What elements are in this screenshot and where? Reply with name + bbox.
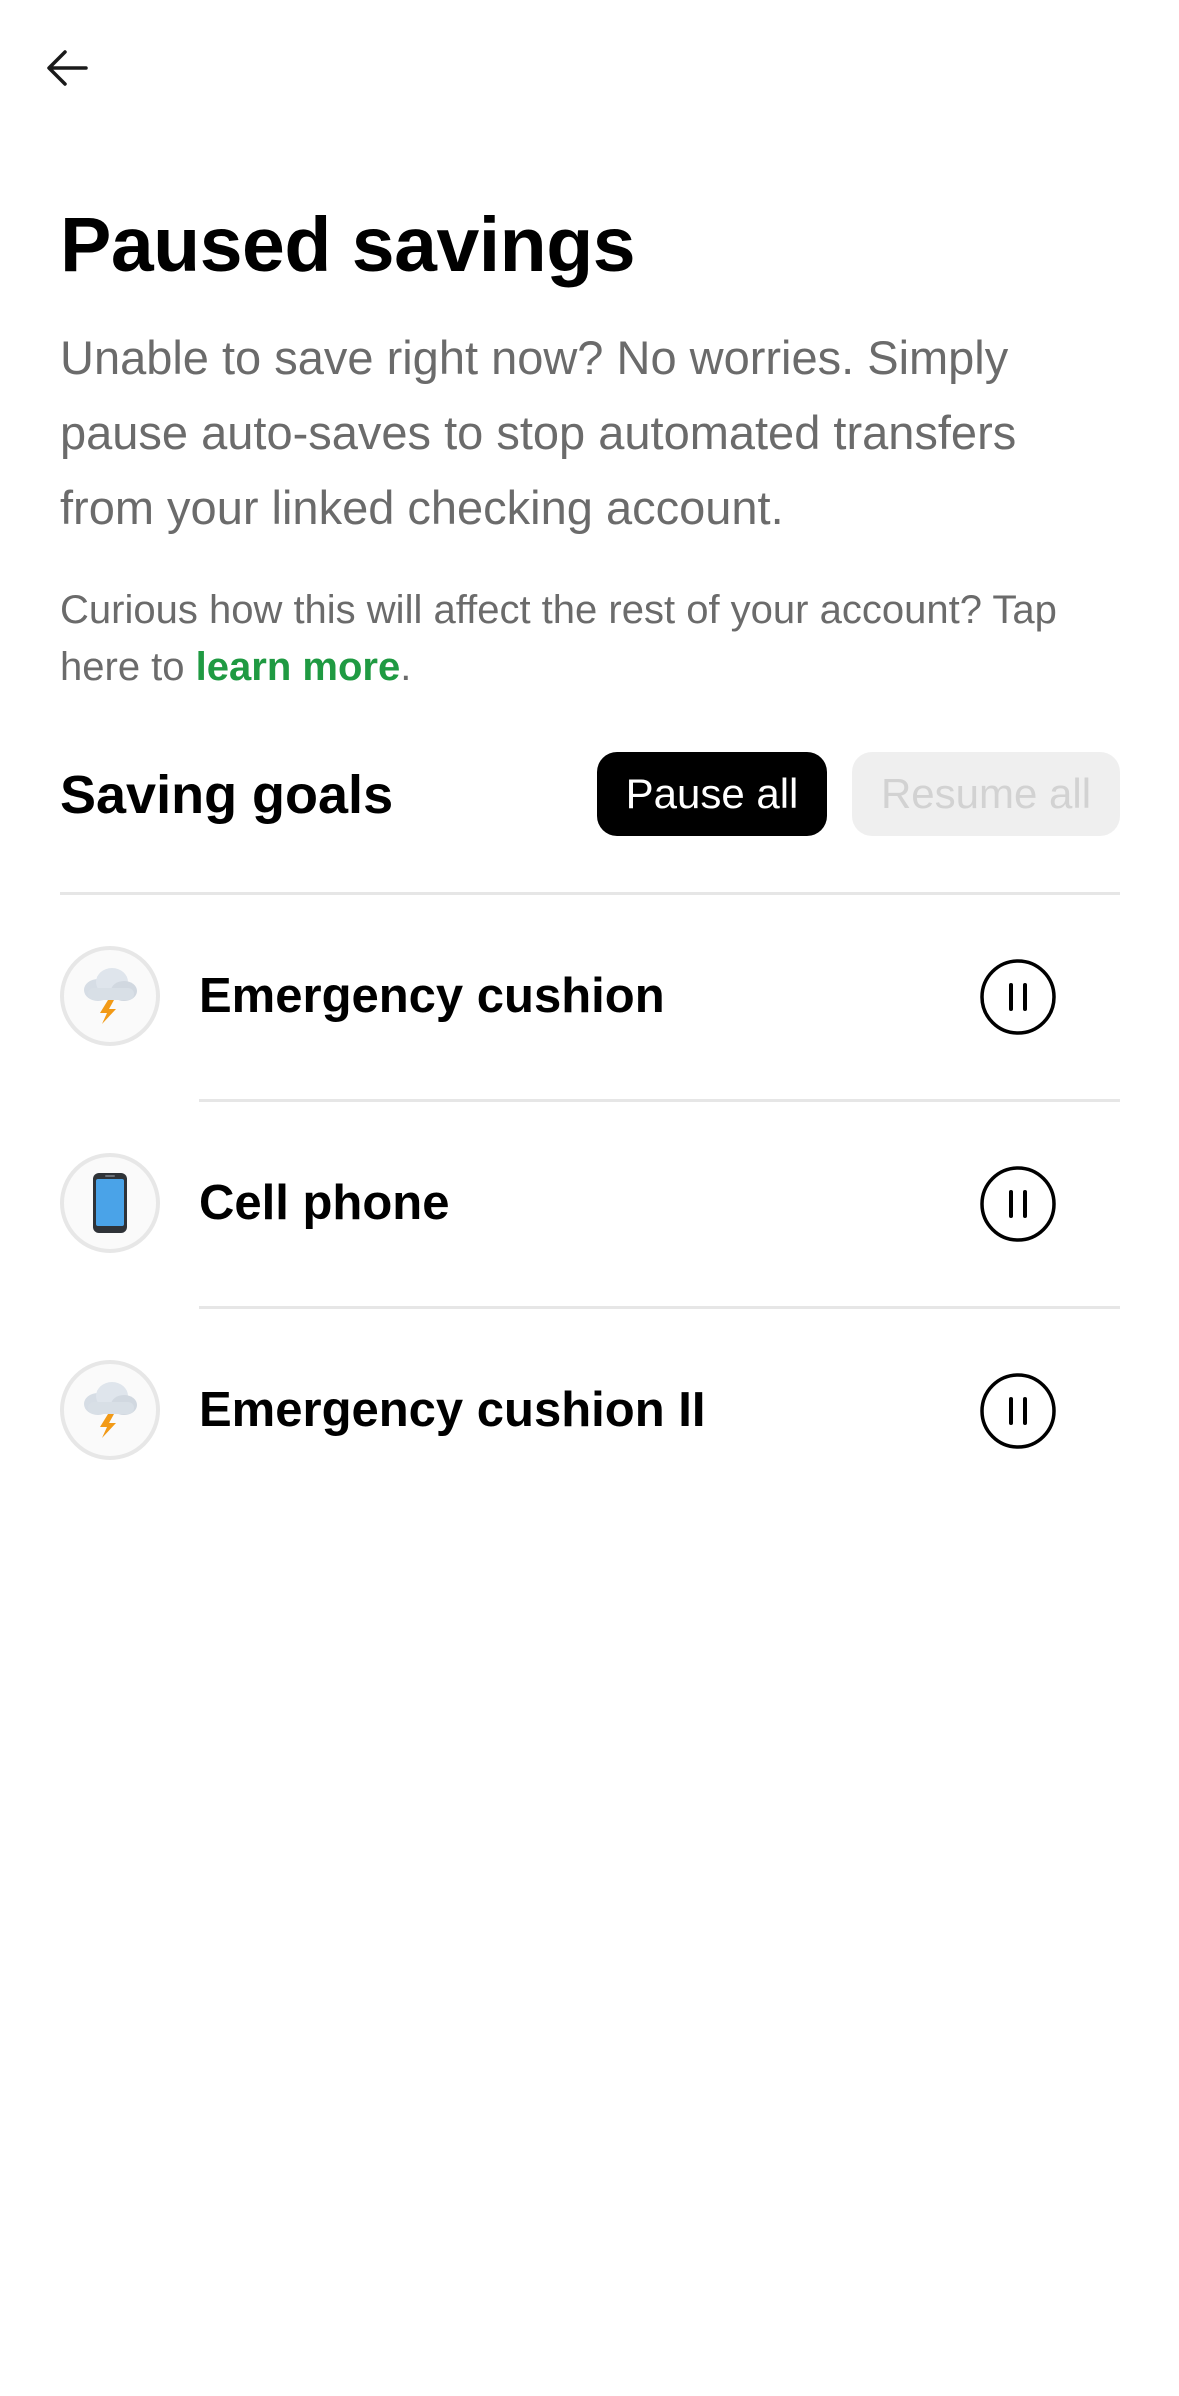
goal-name: Emergency cushion II xyxy=(199,1383,706,1437)
goals-list: Emergency cushion Cell phone Emergency c… xyxy=(0,895,1179,1516)
info-text-suffix: . xyxy=(400,645,412,689)
pause-all-button[interactable]: Pause all xyxy=(597,752,827,836)
goal-item[interactable]: Cell phone xyxy=(0,1102,1179,1309)
mobile-phone-icon xyxy=(93,1173,127,1233)
section-title: Saving goals xyxy=(60,765,394,825)
goal-item[interactable]: Emergency cushion II xyxy=(0,1309,1179,1516)
back-button[interactable] xyxy=(36,36,100,100)
learn-more-link[interactable]: learn more xyxy=(196,645,401,689)
info-text: Curious how this will affect the rest of… xyxy=(60,582,1140,696)
goal-name: Cell phone xyxy=(199,1176,450,1230)
pause-circle-icon[interactable] xyxy=(978,1164,1058,1244)
pause-circle-icon[interactable] xyxy=(978,957,1058,1037)
storm-cloud-icon xyxy=(84,1382,137,1438)
pause-circle-icon[interactable] xyxy=(978,1371,1058,1451)
goal-avatar xyxy=(60,1360,160,1460)
goal-item[interactable]: Emergency cushion xyxy=(0,895,1179,1102)
intro-text: Unable to save right now? No worries. Si… xyxy=(60,331,1017,534)
goal-avatar xyxy=(60,946,160,1046)
arrow-left-icon xyxy=(47,50,88,86)
resume-all-button[interactable]: Resume all xyxy=(852,752,1120,836)
page-title: Paused savings xyxy=(60,202,636,288)
goal-avatar xyxy=(60,1153,160,1253)
goal-name: Emergency cushion xyxy=(199,969,665,1023)
storm-cloud-icon xyxy=(84,968,137,1024)
